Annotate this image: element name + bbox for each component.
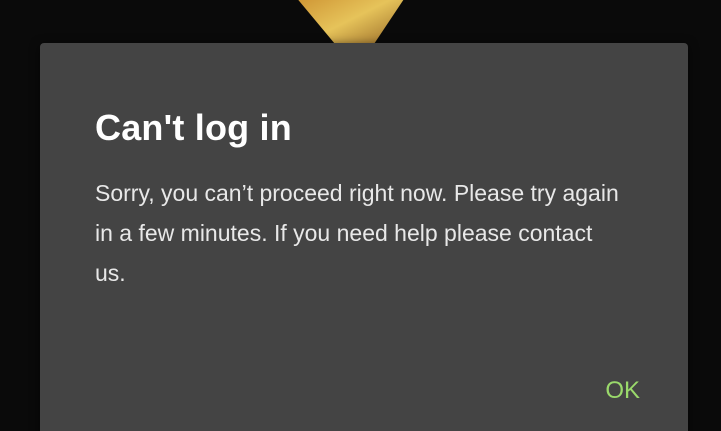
dialog-message: Sorry, you can’t proceed right now. Plea…	[95, 180, 619, 286]
screen: Can't log in Sorry, you can’t proceed ri…	[0, 0, 721, 431]
dialog-title: Can't log in	[95, 107, 292, 148]
ok-button[interactable]: OK	[597, 373, 648, 409]
cant-log-in-dialog: Can't log in Sorry, you can’t proceed ri…	[40, 43, 688, 431]
dialog-actions: OK	[597, 373, 648, 409]
